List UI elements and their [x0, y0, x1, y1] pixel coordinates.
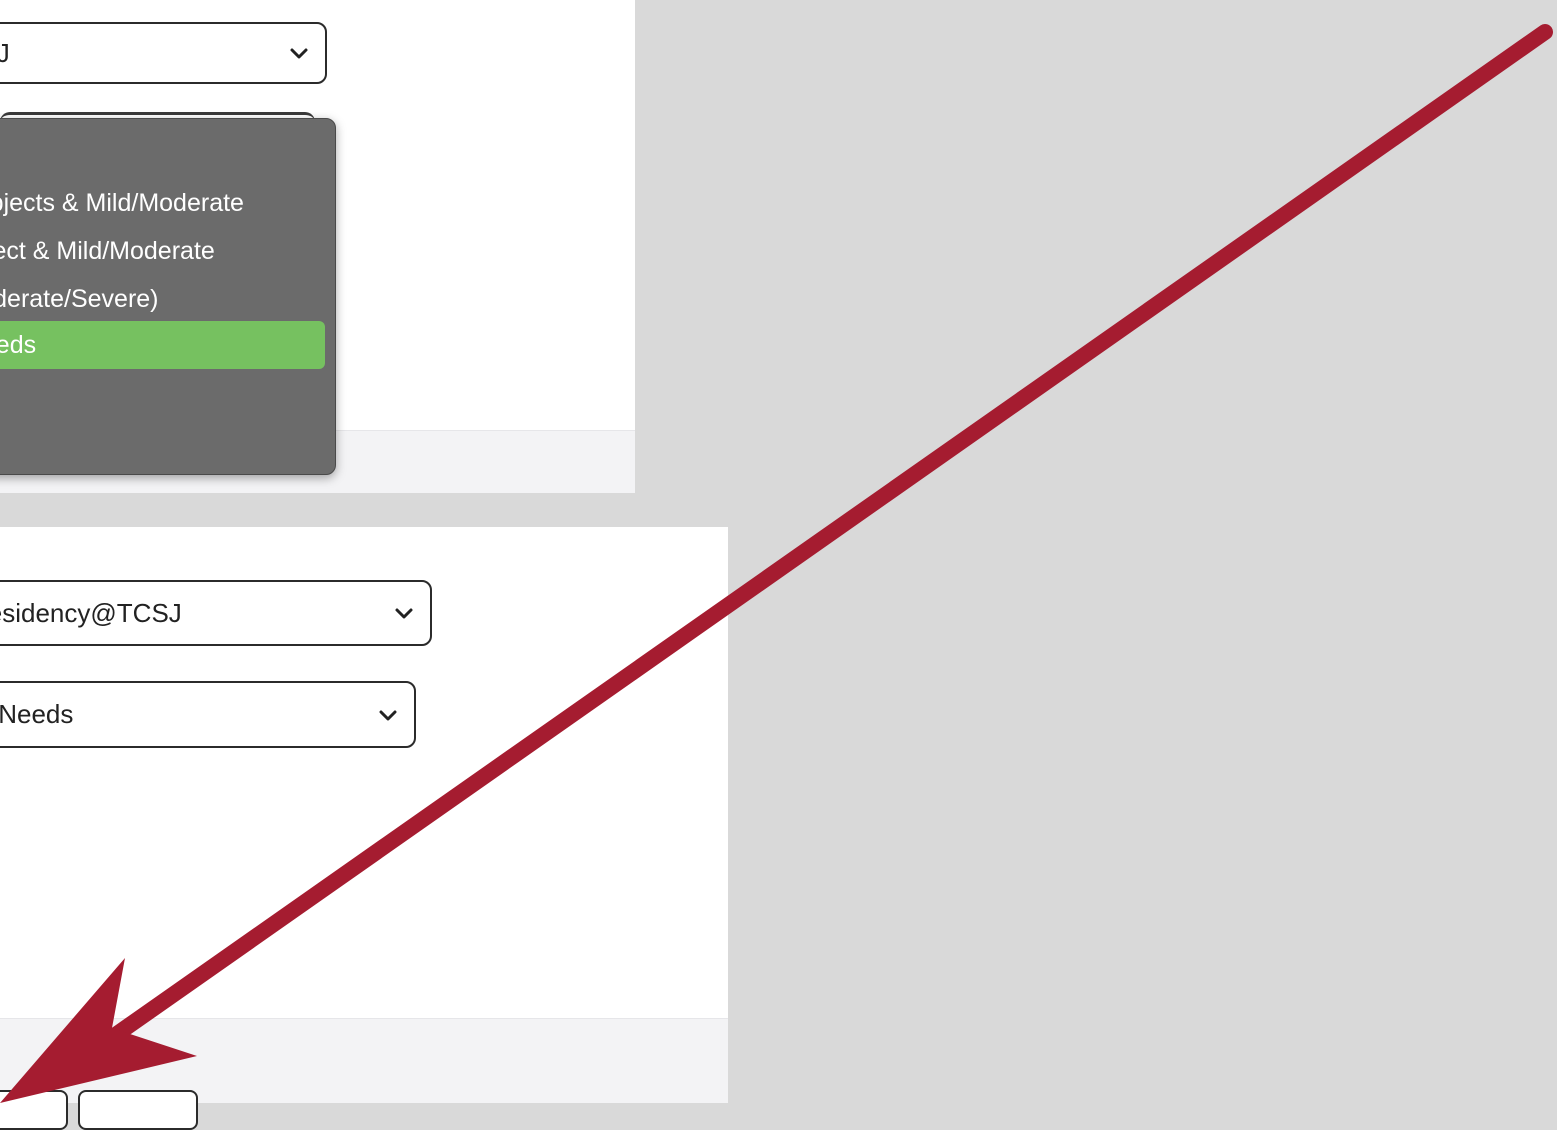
chevron-down-icon: [379, 710, 397, 720]
chevron-down-icon: [395, 608, 413, 619]
chevron-down-icon: [290, 48, 308, 59]
submit-button[interactable]: [0, 1090, 68, 1130]
dropdown-option[interactable]: Single Subject & Mild/Moderate: [0, 227, 325, 275]
program-select[interactable]: Residency@TCSJ: [0, 22, 327, 84]
program-select-value: Residency@TCSJ: [0, 597, 182, 628]
dropdown-option-selected[interactable]: Extensive Support Needs: [0, 321, 325, 369]
dropdown-option[interactable]: Multiple Subjects & Mild/Moderate: [0, 179, 325, 227]
cancel-button[interactable]: [78, 1090, 198, 1130]
dropdown-option[interactable]: Education Specialist (Moderate/Severe): [0, 275, 325, 323]
credential-select[interactable]: Extensive Support Needs: [0, 681, 416, 748]
credential-dropdown-menu[interactable]: Multiple Subjects & Mild/Moderate Single…: [0, 118, 336, 475]
program-select[interactable]: Residency@TCSJ: [0, 580, 432, 646]
credential-select-value: Extensive Support Needs: [0, 699, 74, 729]
program-select-value: Residency@TCSJ: [0, 38, 287, 69]
